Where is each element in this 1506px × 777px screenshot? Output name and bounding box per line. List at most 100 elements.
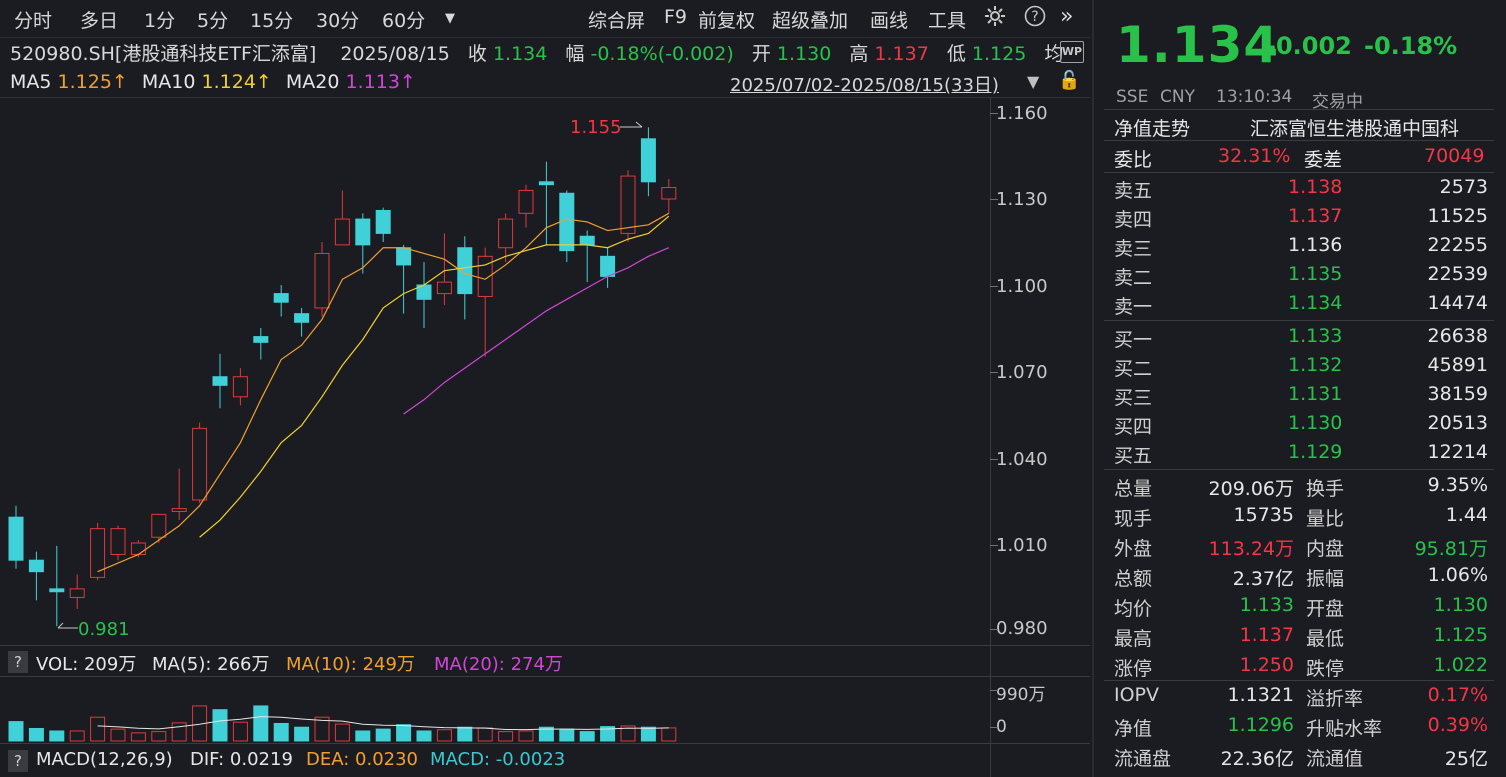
change-label: 幅 [565,43,585,65]
security-name[interactable]: 520980.SH[港股通科技ETF汇添富] [10,43,316,65]
volume-chart[interactable] [0,677,990,743]
bid-level-price[interactable]: 1.131 [1288,383,1342,405]
tool-f9-button[interactable]: F9 [664,6,687,28]
bid-level-volume: 20513 [1427,412,1488,434]
wps-icon[interactable]: WP [1060,41,1084,63]
bid-level-price[interactable]: 1.133 [1288,325,1342,347]
stat-label: 溢折率 [1306,688,1364,710]
volume-bar [151,731,167,742]
bid-level-label: 买四 [1114,416,1153,438]
tool-overlay-button[interactable]: 超级叠加 [772,6,848,33]
fund-name[interactable]: 汇添富恒生港股通中国科 [1250,114,1459,141]
stat-label: 总量 [1114,478,1153,500]
ask-level-volume: 2573 [1439,176,1488,198]
candle-body [436,281,452,295]
volume-help-icon[interactable]: ? [8,651,28,673]
range-dropdown-icon[interactable]: ▼ [1027,72,1039,91]
tool-draw-button[interactable]: 画线 [870,6,908,33]
stat-value: 113.24万 [1208,538,1294,560]
ma20-value: 1.113↑ [345,71,416,93]
price-axis-label: 1.040 [996,449,1048,470]
period-tab-5min[interactable]: 5分 [197,6,228,33]
candlestick-chart[interactable] [0,98,990,644]
gear-icon[interactable] [984,5,1006,32]
ma5-value: 1.125↑ [57,71,128,93]
ask-level-price[interactable]: 1.135 [1288,263,1342,285]
ask-level-price[interactable]: 1.136 [1288,234,1342,256]
ask-level-volume: 14474 [1427,292,1488,314]
stat-value: 1.137 [1239,624,1294,646]
period-toolbar: 分时 多日 1分 5分 15分 30分 60分 ▼ 综合屏 F9 前复权 超级叠… [0,0,1090,38]
bid-level-price[interactable]: 1.130 [1288,412,1342,434]
price-tick [990,629,998,630]
period-tab-30min[interactable]: 30分 [316,6,359,33]
bid-level-volume: 38159 [1427,383,1488,405]
macd-help-icon[interactable]: ? [8,750,28,772]
ma10-label: MA10 [141,71,196,93]
period-tab-intraday[interactable]: 分时 [14,6,52,33]
tool-overview-button[interactable]: 综合屏 [588,6,645,33]
ask-level-label: 卖五 [1114,180,1153,202]
period-tab-60min[interactable]: 60分 [382,6,425,33]
tool-adjust-button[interactable]: 前复权 [698,6,755,33]
period-tab-1min[interactable]: 1分 [144,6,175,33]
bid-level-volume: 45891 [1427,354,1488,376]
bid-level-price[interactable]: 1.129 [1288,441,1342,463]
candle-body [600,255,616,277]
ma10-line [199,215,670,538]
candle-body [49,588,65,593]
panel-divider [1104,320,1494,321]
volume-bar [477,727,493,742]
tool-tools-button[interactable]: 工具 [928,6,966,33]
volume-bar [69,730,85,742]
date-range[interactable]: 2025/07/02-2025/08/15(33日) [730,71,999,97]
period-tab-multiday[interactable]: 多日 [80,6,118,33]
stat-value: 22.36亿 [1220,748,1294,770]
ma10-value: 1.124↑ [201,71,272,93]
panel-divider [1104,172,1494,173]
question-icon[interactable]: ? [1024,5,1046,32]
candle-body [559,192,575,252]
price-axis-label: 1.160 [996,103,1048,124]
volume-bar [498,731,514,742]
stat-label: 流通盘 [1114,748,1172,770]
period-tab-15min[interactable]: 15分 [250,6,293,33]
price-axis-label: 1.130 [996,189,1048,210]
volume-ma5: MA(5): 266万 [152,654,270,675]
nav-trend-link[interactable]: 净值走势 [1114,114,1190,141]
stat-value: 1.06% [1427,564,1488,586]
panel-divider [1104,140,1494,141]
bid-level-volume: 12214 [1427,441,1488,463]
lock-icon[interactable]: 🔓 [1058,70,1080,91]
ask-level-price[interactable]: 1.138 [1288,176,1342,198]
stat-value: 1.250 [1239,654,1294,676]
svg-text:?: ? [1031,9,1038,25]
volume-ma10: MA(10): 249万 [286,654,415,675]
stat-value: 95.81万 [1414,538,1488,560]
ask-level-price[interactable]: 1.134 [1288,292,1342,314]
min-arrow-icon [57,622,78,629]
candle-body [334,218,350,246]
stat-label: 振幅 [1306,568,1345,590]
double-chevron-right-icon[interactable]: » [1060,4,1073,29]
max-price-annotation: 1.155 [570,117,622,138]
candle-body [110,528,126,555]
candle-body [273,293,289,303]
volume-bar [130,732,146,742]
stat-label: 总额 [1114,568,1153,590]
stat-label: 均价 [1114,598,1153,620]
ask-level-price[interactable]: 1.137 [1288,205,1342,227]
candle-body [130,542,146,555]
stat-value: 0.39% [1427,714,1488,736]
ma-legend: MA5 1.125↑ MA10 1.124↑ MA20 1.113↑ [10,71,416,93]
bid-ratio-value: 32.31% [1218,145,1291,167]
candle-body [620,175,636,234]
volume-bar [559,728,575,742]
bid-level-price[interactable]: 1.132 [1288,354,1342,376]
stat-label: 开盘 [1306,598,1345,620]
candle-body [151,513,167,538]
macd-dif: DIF: 0.0219 [190,749,293,770]
dropdown-triangle-icon[interactable]: ▼ [445,11,455,26]
volume-bar [171,722,187,742]
stat-label: 升贴水率 [1306,718,1383,740]
